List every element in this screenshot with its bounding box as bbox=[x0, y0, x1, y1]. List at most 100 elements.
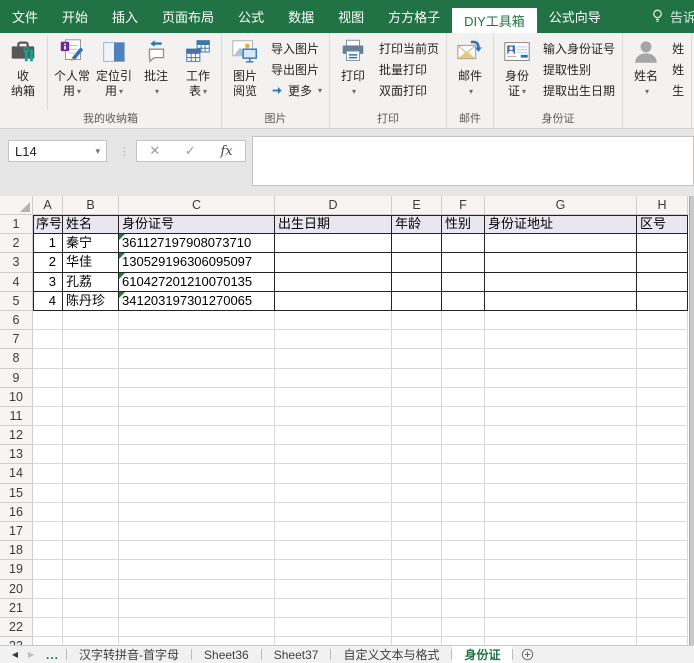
row-header-1[interactable]: 1 bbox=[0, 215, 33, 234]
cell-D2[interactable] bbox=[275, 234, 392, 253]
cell-F16[interactable] bbox=[442, 503, 485, 522]
cell-H18[interactable] bbox=[637, 541, 688, 560]
row-header-15[interactable]: 15 bbox=[0, 484, 33, 503]
name-box[interactable]: L14 ▾ bbox=[8, 140, 107, 162]
cell-E10[interactable] bbox=[392, 388, 442, 407]
ribbon-button-提取性别[interactable]: 提取性别 bbox=[538, 59, 620, 80]
cell-D11[interactable] bbox=[275, 407, 392, 426]
cell-D20[interactable] bbox=[275, 580, 392, 599]
ribbon-button-输入身份证号[interactable]: 输入身份证号 bbox=[538, 38, 620, 59]
cell-G11[interactable] bbox=[485, 407, 637, 426]
row-header-7[interactable]: 7 bbox=[0, 330, 33, 349]
ribbon-button-邮件[interactable]: 邮件▾ bbox=[449, 34, 491, 99]
cell-C14[interactable] bbox=[119, 464, 275, 483]
menu-tab-公式[interactable]: 公式 bbox=[226, 0, 276, 33]
cell-E22[interactable] bbox=[392, 618, 442, 637]
row-header-5[interactable]: 5 bbox=[0, 292, 33, 311]
cell-H17[interactable] bbox=[637, 522, 688, 541]
cell-F13[interactable] bbox=[442, 445, 485, 464]
row-header-18[interactable]: 18 bbox=[0, 541, 33, 560]
cell-B5[interactable]: 陈丹珍 bbox=[63, 292, 119, 311]
ribbon-button-定位引用[interactable]: 定位引用▾ bbox=[93, 34, 135, 99]
ribbon-button-打印[interactable]: 打印▾ bbox=[332, 34, 374, 99]
cell-F1[interactable]: 性别 bbox=[442, 215, 485, 234]
cell-G3[interactable] bbox=[485, 253, 637, 272]
cell-H13[interactable] bbox=[637, 445, 688, 464]
cell-E20[interactable] bbox=[392, 580, 442, 599]
cell-A21[interactable] bbox=[33, 599, 63, 618]
row-header-12[interactable]: 12 bbox=[0, 426, 33, 445]
cell-D6[interactable] bbox=[275, 311, 392, 330]
cell-H3[interactable] bbox=[637, 253, 688, 272]
row-header-6[interactable]: 6 bbox=[0, 311, 33, 330]
ribbon-button-双面打印[interactable]: 双面打印 bbox=[374, 80, 444, 101]
cell-G17[interactable] bbox=[485, 522, 637, 541]
cell-C22[interactable] bbox=[119, 618, 275, 637]
cell-G20[interactable] bbox=[485, 580, 637, 599]
cell-G21[interactable] bbox=[485, 599, 637, 618]
row-header-14[interactable]: 14 bbox=[0, 464, 33, 483]
column-header-B[interactable]: B bbox=[63, 196, 119, 215]
cell-G10[interactable] bbox=[485, 388, 637, 407]
cell-G8[interactable] bbox=[485, 349, 637, 368]
cell-E16[interactable] bbox=[392, 503, 442, 522]
cell-C19[interactable] bbox=[119, 560, 275, 579]
cell-A14[interactable] bbox=[33, 464, 63, 483]
cell-B22[interactable] bbox=[63, 618, 119, 637]
cell-B1[interactable]: 姓名 bbox=[63, 215, 119, 234]
cell-E7[interactable] bbox=[392, 330, 442, 349]
cell-A4[interactable]: 3 bbox=[33, 273, 63, 292]
cell-A2[interactable]: 1 bbox=[33, 234, 63, 253]
column-header-H[interactable]: H bbox=[637, 196, 688, 215]
cell-A15[interactable] bbox=[33, 484, 63, 503]
sheet-tab-身份证[interactable]: 身份证 bbox=[452, 646, 512, 663]
cell-F11[interactable] bbox=[442, 407, 485, 426]
ribbon-button-批注[interactable]: 批注▾ bbox=[135, 34, 177, 99]
ribbon-button-打印当前页[interactable]: 打印当前页 bbox=[374, 38, 444, 59]
cell-C16[interactable] bbox=[119, 503, 275, 522]
cell-B19[interactable] bbox=[63, 560, 119, 579]
cell-B6[interactable] bbox=[63, 311, 119, 330]
ribbon-button-更多[interactable]: 更多▾ bbox=[266, 80, 327, 101]
cell-C18[interactable] bbox=[119, 541, 275, 560]
cell-B23[interactable] bbox=[63, 637, 119, 645]
column-header-G[interactable]: G bbox=[485, 196, 637, 215]
row-header-21[interactable]: 21 bbox=[0, 599, 33, 618]
cell-H4[interactable] bbox=[637, 273, 688, 292]
ribbon-button-工作表[interactable]: 工作表▾ bbox=[177, 34, 219, 99]
cell-A8[interactable] bbox=[33, 349, 63, 368]
cell-E9[interactable] bbox=[392, 369, 442, 388]
ribbon-button-身份证[interactable]: 身份证▾ bbox=[496, 34, 538, 99]
cell-B12[interactable] bbox=[63, 426, 119, 445]
cell-D5[interactable] bbox=[275, 292, 392, 311]
cell-B9[interactable] bbox=[63, 369, 119, 388]
row-header-16[interactable]: 16 bbox=[0, 503, 33, 522]
cell-G2[interactable] bbox=[485, 234, 637, 253]
row-header-10[interactable]: 10 bbox=[0, 388, 33, 407]
cell-F15[interactable] bbox=[442, 484, 485, 503]
ribbon-button-批量打印[interactable]: 批量打印 bbox=[374, 59, 444, 80]
cell-F9[interactable] bbox=[442, 369, 485, 388]
cell-D1[interactable]: 出生日期 bbox=[275, 215, 392, 234]
menu-tab-方方格子[interactable]: 方方格子 bbox=[376, 0, 452, 33]
cell-F20[interactable] bbox=[442, 580, 485, 599]
cell-H2[interactable] bbox=[637, 234, 688, 253]
cell-G13[interactable] bbox=[485, 445, 637, 464]
cell-A9[interactable] bbox=[33, 369, 63, 388]
cell-E18[interactable] bbox=[392, 541, 442, 560]
cell-C7[interactable] bbox=[119, 330, 275, 349]
cell-E2[interactable] bbox=[392, 234, 442, 253]
row-header-13[interactable]: 13 bbox=[0, 445, 33, 464]
cell-H14[interactable] bbox=[637, 464, 688, 483]
row-header-11[interactable]: 11 bbox=[0, 407, 33, 426]
cell-H11[interactable] bbox=[637, 407, 688, 426]
ribbon-button-姓[interactable]: 姓 bbox=[667, 59, 689, 80]
cell-C2[interactable]: 361127197908073710 bbox=[119, 234, 275, 253]
column-header-F[interactable]: F bbox=[442, 196, 485, 215]
cell-C4[interactable]: 610427201210070135 bbox=[119, 273, 275, 292]
cell-A13[interactable] bbox=[33, 445, 63, 464]
cell-E13[interactable] bbox=[392, 445, 442, 464]
cell-G23[interactable] bbox=[485, 637, 637, 645]
cell-B11[interactable] bbox=[63, 407, 119, 426]
cell-H9[interactable] bbox=[637, 369, 688, 388]
